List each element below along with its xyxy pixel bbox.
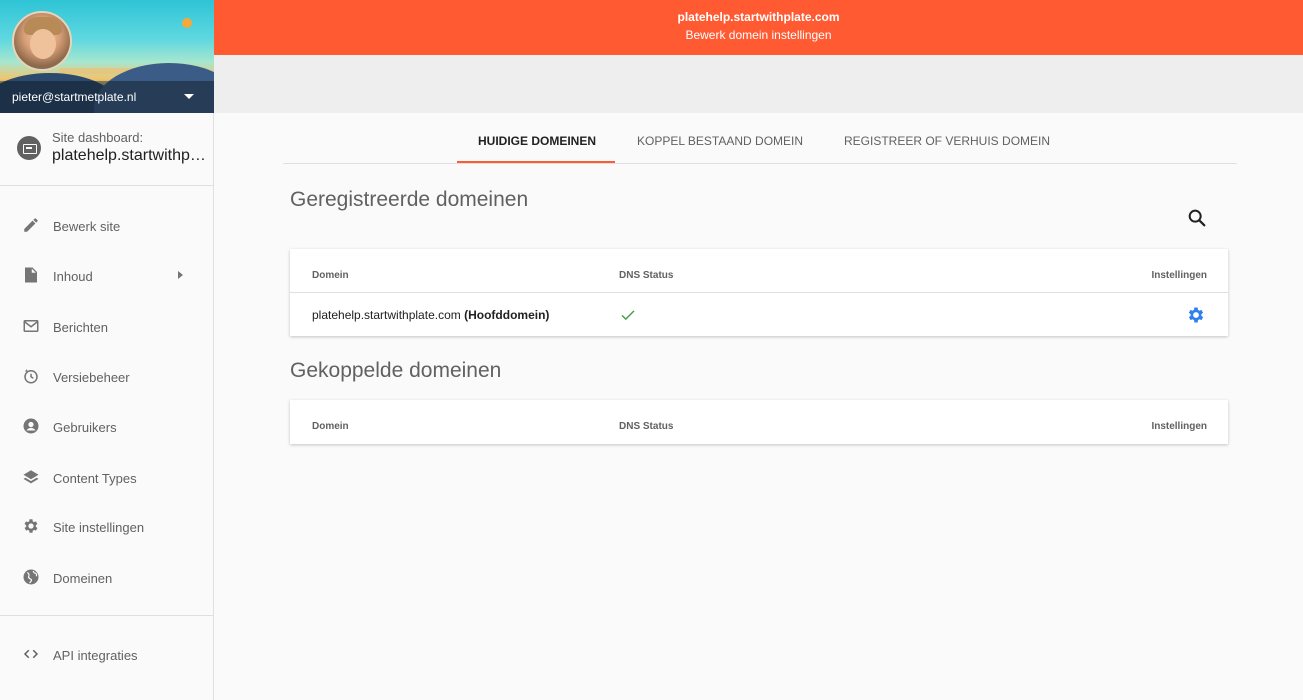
- linked-domains-table: Domein DNS Status Instellingen: [290, 400, 1228, 444]
- profile-email: pieter@startmetplate.nl: [12, 90, 137, 104]
- column-header-dns-status: DNS Status: [619, 270, 674, 281]
- table-row: platehelp.startwithplate.com (Hoofddomei…: [290, 293, 1228, 336]
- sidebar-item-label: Inhoud: [53, 269, 93, 284]
- sidebar: pieter@startmetplate.nl Site dashboard: …: [0, 0, 214, 700]
- column-header-instellingen: Instellingen: [1151, 421, 1207, 432]
- sidebar-item-label: Gebruikers: [53, 420, 117, 435]
- sidebar-item-inhoud[interactable]: Inhoud: [0, 252, 213, 298]
- table-header: Domein DNS Status Instellingen: [290, 400, 1228, 444]
- tab-koppel-bestaand-domein[interactable]: KOPPEL BESTAAND DOMEIN: [637, 134, 803, 148]
- check-icon: [621, 310, 635, 321]
- profile-banner[interactable]: pieter@startmetplate.nl: [0, 0, 214, 113]
- sidebar-item-berichten[interactable]: Berichten: [0, 303, 213, 349]
- site-dashboard-link[interactable]: Site dashboard: platehelp.startwithplate…: [0, 113, 213, 186]
- document-icon: [25, 267, 37, 283]
- site-name: platehelp.startwithplate.com: [52, 147, 208, 164]
- top-header: platehelp.startwithplate.com Bewerk dome…: [214, 0, 1303, 55]
- site-icon: [17, 136, 41, 160]
- avatar[interactable]: [12, 11, 72, 71]
- tab-registreer-of-verhuis-domein[interactable]: REGISTREER OF VERHUIS DOMEIN: [844, 134, 1050, 148]
- sidebar-item-label: API integraties: [53, 648, 138, 663]
- pencil-icon: [24, 218, 38, 232]
- profile-account-switcher[interactable]: pieter@startmetplate.nl: [0, 81, 214, 113]
- main-domain-tag: (Hoofddomein): [464, 308, 550, 322]
- sidebar-item-bewerk-site[interactable]: Bewerk site: [0, 202, 213, 248]
- sidebar-item-label: Berichten: [53, 320, 108, 335]
- header-title: platehelp.startwithplate.com: [677, 10, 840, 24]
- domain-cell: platehelp.startwithplate.com (Hoofddomei…: [312, 308, 549, 322]
- gear-icon: [24, 519, 38, 533]
- chevron-right-icon: [178, 271, 183, 279]
- column-header-domein: Domein: [312, 270, 349, 281]
- active-tab-indicator: [457, 161, 615, 163]
- globe-icon: [23, 569, 39, 585]
- column-header-dns-status: DNS Status: [619, 421, 674, 432]
- sidebar-item-label: Domeinen: [53, 571, 113, 586]
- header-subtitle: Bewerk domein instellingen: [685, 28, 832, 42]
- avatar-face: [30, 29, 56, 59]
- layers-icon: [23, 470, 39, 484]
- gear-icon[interactable]: [1186, 305, 1206, 325]
- sidebar-item-label: Bewerk site: [53, 219, 121, 234]
- sidebar-item-api-integraties[interactable]: API integraties: [0, 631, 213, 677]
- sidebar-item-label: Site instellingen: [53, 520, 145, 535]
- sidebar-item-domeinen[interactable]: Domeinen: [0, 554, 213, 600]
- column-header-domein: Domein: [312, 421, 349, 432]
- sidebar-item-site-instellingen[interactable]: Site instellingen: [0, 503, 213, 549]
- linked-domains-title: Gekoppelde domeinen: [290, 359, 502, 382]
- code-icon: [23, 649, 39, 659]
- caret-down-icon[interactable]: [184, 94, 194, 99]
- table-header: Domein DNS Status Instellingen: [290, 249, 1228, 293]
- history-icon: [24, 369, 38, 384]
- mail-icon: [23, 320, 39, 332]
- toolbar-strip: [214, 55, 1303, 113]
- search-icon[interactable]: [1186, 207, 1208, 229]
- tab-huidige-domeinen[interactable]: HUIDIGE DOMEINEN: [478, 134, 596, 148]
- registered-domains-table: Domein DNS Status Instellingen platehelp…: [290, 249, 1228, 336]
- site-caption: Site dashboard:: [52, 130, 144, 145]
- domain-tabs: HUIDIGE DOMEINEN KOPPEL BESTAAND DOMEIN …: [283, 120, 1237, 164]
- column-header-instellingen: Instellingen: [1151, 270, 1207, 281]
- sidebar-item-gebruikers[interactable]: Gebruikers: [0, 403, 213, 449]
- sidebar-item-label: Versiebeheer: [53, 370, 130, 385]
- sidebar-item-versiebeheer[interactable]: Versiebeheer: [0, 353, 213, 399]
- sidebar-item-content-types[interactable]: Content Types: [0, 454, 213, 500]
- banner-sun: [182, 18, 192, 28]
- user-icon: [23, 418, 39, 434]
- registered-domains-title: Geregistreerde domeinen: [290, 188, 529, 211]
- sidebar-divider: [0, 615, 213, 616]
- sidebar-item-label: Content Types: [53, 471, 137, 486]
- domain-name: platehelp.startwithplate.com: [312, 308, 461, 322]
